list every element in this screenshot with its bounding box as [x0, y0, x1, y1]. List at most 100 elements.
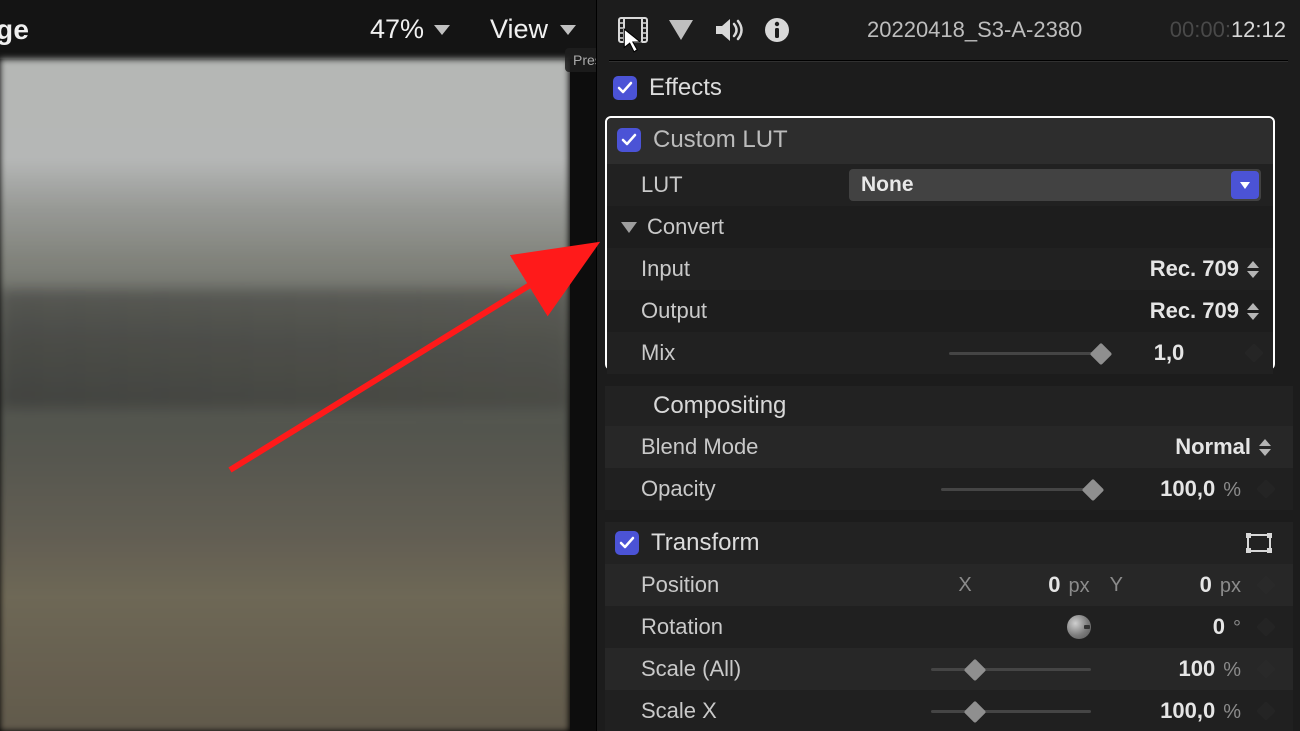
convert-disclosure-row[interactable]: Convert: [607, 206, 1273, 248]
panel-divider[interactable]: [570, 59, 596, 731]
output-value-control[interactable]: Rec. 709: [1150, 298, 1261, 324]
position-x-control[interactable]: 0 px: [980, 572, 1090, 598]
scale-x-row: Scale X 100,0 %: [605, 690, 1293, 731]
lut-select[interactable]: None: [849, 169, 1261, 201]
position-y-unit: px: [1220, 575, 1241, 598]
opacity-value-control[interactable]: 100,0 %: [1101, 476, 1241, 502]
viewer-toolbar: ge 47% View: [0, 0, 596, 59]
opacity-label: Opacity: [641, 476, 861, 502]
dropdown-icon: [1231, 171, 1259, 199]
divider: [609, 60, 1288, 61]
position-y-control[interactable]: 0 px: [1131, 572, 1241, 598]
keyframe-icon[interactable]: [1256, 617, 1276, 637]
stepper-icon[interactable]: [1247, 300, 1261, 322]
scale-all-slider[interactable]: [931, 659, 1091, 679]
rotation-row: Rotation 0 °: [605, 606, 1293, 648]
blend-mode-row: Blend Mode Normal: [605, 426, 1293, 468]
scale-x-unit: %: [1223, 701, 1241, 724]
keyframe-icon[interactable]: [1256, 701, 1276, 721]
disclosure-triangle-icon[interactable]: [621, 222, 637, 233]
position-x-value: 0: [1048, 572, 1060, 598]
scale-x-value: 100,0: [1160, 698, 1215, 724]
slider-knob-icon[interactable]: [1090, 343, 1113, 366]
zoom-value: 47%: [370, 14, 424, 45]
stepper-icon[interactable]: [1247, 258, 1261, 280]
video-inspector-icon[interactable]: [617, 14, 649, 46]
lut-label: LUT: [641, 172, 811, 198]
rotation-dial[interactable]: [1067, 615, 1091, 639]
position-x-unit: px: [1069, 575, 1090, 598]
keyframe-icon[interactable]: [1256, 479, 1276, 499]
view-menu[interactable]: View: [490, 14, 576, 45]
input-row: Input Rec. 709: [607, 248, 1273, 290]
blend-mode-value: Normal: [1175, 434, 1251, 460]
opacity-unit: %: [1223, 479, 1241, 502]
custom-lut-label: Custom LUT: [653, 126, 788, 154]
mix-row: Mix 1,0: [607, 332, 1273, 374]
transform-section: Transform Position X 0 px Y 0 px: [605, 522, 1293, 731]
chevron-down-icon: [560, 25, 576, 35]
scale-all-label: Scale (All): [641, 656, 821, 682]
lut-row: LUT None: [607, 164, 1273, 206]
clip-name: 20220418_S3-A-2380: [867, 17, 1082, 43]
opacity-value: 100,0: [1160, 476, 1215, 502]
position-row: Position X 0 px Y 0 px: [605, 564, 1293, 606]
position-label: Position: [641, 572, 821, 598]
scale-x-value-control[interactable]: 100,0 %: [1091, 698, 1241, 724]
rotation-value-control[interactable]: 0 °: [1091, 614, 1241, 640]
output-label: Output: [641, 298, 811, 324]
onscreen-control-icon[interactable]: [1245, 532, 1273, 554]
x-axis-label: X: [958, 574, 971, 597]
rotation-value: 0: [1213, 614, 1225, 640]
zoom-menu[interactable]: 47%: [370, 14, 450, 45]
inspector-panel: 20220418_S3-A-2380 00:00:12:12 Effects C…: [596, 0, 1300, 731]
keyframe-icon[interactable]: [1256, 575, 1276, 595]
effects-section-header[interactable]: Effects: [613, 74, 722, 102]
compositing-header[interactable]: Compositing: [605, 386, 1293, 426]
viewer-title: ge: [0, 14, 29, 46]
custom-lut-header[interactable]: Custom LUT: [607, 118, 1273, 164]
scale-all-value: 100: [1178, 656, 1215, 682]
transform-header[interactable]: Transform: [605, 522, 1293, 564]
input-label: Input: [641, 256, 811, 282]
blend-mode-control[interactable]: Normal: [1175, 434, 1273, 460]
effects-checkbox[interactable]: [613, 76, 637, 100]
info-inspector-icon[interactable]: [761, 14, 793, 46]
timecode-dim: 00:00:: [1170, 17, 1231, 42]
timecode: 00:00:12:12: [1170, 17, 1286, 43]
color-inspector-icon[interactable]: [665, 14, 697, 46]
transform-label: Transform: [651, 529, 759, 557]
rotation-unit: °: [1233, 617, 1241, 640]
opacity-slider[interactable]: [941, 479, 1101, 499]
stepper-icon[interactable]: [1259, 436, 1273, 458]
mix-value[interactable]: 1,0: [1109, 340, 1229, 366]
input-value: Rec. 709: [1150, 256, 1239, 282]
position-y-value: 0: [1200, 572, 1212, 598]
inspector-topbar: 20220418_S3-A-2380 00:00:12:12: [597, 0, 1300, 60]
custom-lut-effect[interactable]: Custom LUT LUT None Convert Input Rec. 7…: [605, 116, 1275, 370]
scale-all-unit: %: [1223, 659, 1241, 682]
slider-knob-icon[interactable]: [964, 701, 987, 724]
convert-label: Convert: [647, 214, 724, 240]
slider-knob-icon[interactable]: [964, 659, 987, 682]
slider-knob-icon[interactable]: [1082, 479, 1105, 502]
viewer-canvas[interactable]: [0, 59, 570, 731]
scale-all-value-control[interactable]: 100 %: [1091, 656, 1241, 682]
custom-lut-checkbox[interactable]: [617, 128, 641, 152]
lut-value: None: [861, 173, 914, 197]
keyframe-icon[interactable]: [1256, 659, 1276, 679]
opacity-row: Opacity 100,0 %: [605, 468, 1293, 510]
compositing-section: Compositing Blend Mode Normal Opacity 10…: [605, 386, 1293, 510]
scale-x-label: Scale X: [641, 698, 821, 724]
transform-checkbox[interactable]: [615, 531, 639, 555]
view-menu-label: View: [490, 14, 548, 45]
input-value-control[interactable]: Rec. 709: [1150, 256, 1261, 282]
audio-inspector-icon[interactable]: [713, 14, 745, 46]
compositing-label: Compositing: [653, 392, 786, 420]
mix-slider[interactable]: [949, 343, 1109, 363]
rotation-label: Rotation: [641, 614, 821, 640]
keyframe-icon[interactable]: [1244, 343, 1264, 363]
scale-x-slider[interactable]: [931, 701, 1091, 721]
chevron-down-icon: [434, 25, 450, 35]
effects-label: Effects: [649, 74, 722, 102]
